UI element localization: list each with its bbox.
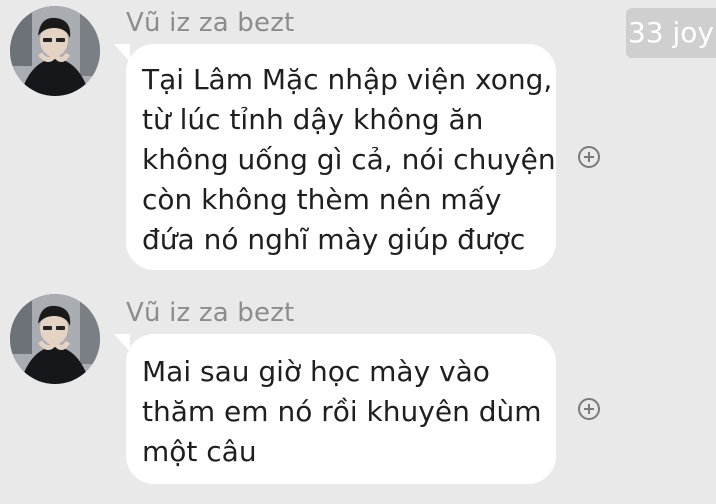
message-bubble[interactable]: Mai sau giờ học mày vào thăm em nó rồi k… xyxy=(114,334,556,484)
sender-name: Vũ iz za bezt xyxy=(126,298,295,328)
add-reaction-icon[interactable] xyxy=(578,398,600,420)
bubble-tail xyxy=(114,334,130,352)
add-reaction-icon[interactable] xyxy=(578,146,600,168)
message-text-line: Mai sau giờ học mày vào xyxy=(142,355,490,388)
message-text-line: còn không thèm nên mấy xyxy=(142,183,502,216)
avatar[interactable] xyxy=(10,294,100,384)
message-text-line: một câu xyxy=(142,435,257,468)
message-text-line: thăm em nó rồi khuyên dùm xyxy=(142,395,542,428)
sender-name: Vũ iz za bezt xyxy=(126,8,295,38)
message-text-line: Tại Lâm Mặc nhập viện xong, xyxy=(142,63,553,96)
bubble-tail xyxy=(114,44,130,62)
watermark-badge: 33 joy xyxy=(626,8,716,58)
message-text-line: từ lúc tỉnh dậy không ăn xyxy=(142,103,484,136)
message-bubble[interactable]: Tại Lâm Mặc nhập viện xong, từ lúc tỉnh … xyxy=(114,44,556,270)
avatar[interactable] xyxy=(10,6,100,96)
message-text-line: không uống gì cả, nói chuyện xyxy=(142,143,556,176)
message-text-line: đứa nó nghĩ mày giúp được xyxy=(142,223,526,256)
